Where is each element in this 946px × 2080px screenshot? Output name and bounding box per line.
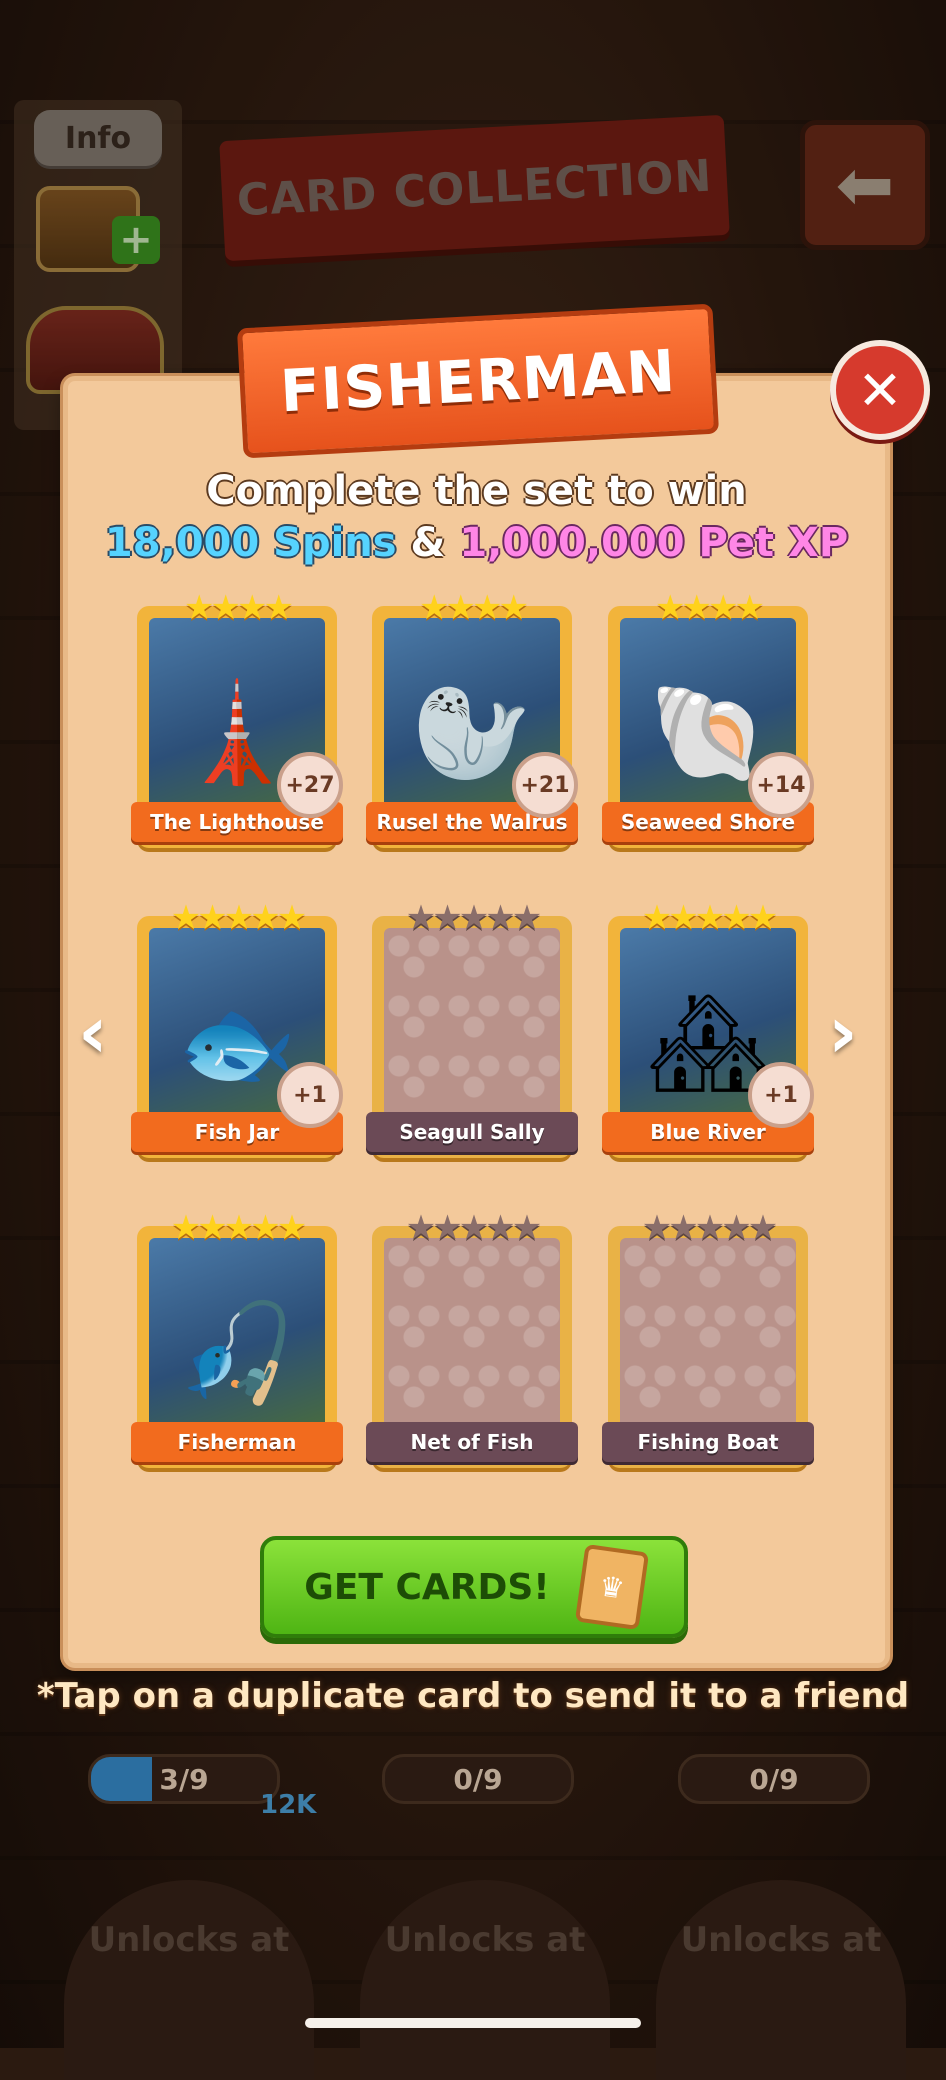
card-placeholder [384,1238,560,1438]
duplicate-count-badge: +27 [277,752,343,818]
card-stars: ★★★★★ [641,898,778,938]
card[interactable]: 🗼 ★★★★ The Lighthouse +27 [131,588,343,866]
get-cards-label: GET CARDS! [304,1566,550,1608]
duplicate-count-badge: +14 [748,752,814,818]
card-name: Fisherman [131,1422,343,1462]
card[interactable]: 🏘 ★★★★★ Blue River +1 [602,898,814,1176]
card-stars: ★★★★ [419,588,529,628]
progress-fill [91,1757,153,1801]
duplicate-count-badge: +1 [748,1062,814,1128]
cards-icon: ♛ [574,1543,649,1631]
duplicate-count-badge: +1 [277,1062,343,1128]
set-title-ribbon: FISHERMAN [236,303,720,459]
card[interactable]: 🐟 ★★★★★ Fish Jar +1 [131,898,343,1176]
set-title: FISHERMAN [278,336,678,426]
card-placeholder [384,928,560,1128]
card-stars: ★★★★ [184,588,294,628]
reward-line: 18,000 Spins & 1,000,000 Pet XP [63,520,890,566]
duplicate-count-badge: +21 [512,752,578,818]
card-stars: ★★★★ [655,588,765,628]
card-name: Seagull Sally [366,1112,578,1152]
close-icon[interactable]: ✕ [830,340,930,440]
card[interactable]: 🎣 ★★★★★ Fisherman [131,1208,343,1486]
unlock-label: Unlocks at [88,1920,290,1960]
card[interactable]: ★★★★★ Fishing Boat [602,1208,814,1486]
spin-badge: 12K [260,1790,317,1820]
reward-ampersand: & [410,520,446,566]
card-stars: ★★★★★ [170,1208,307,1248]
next-set-icon[interactable]: › [828,990,858,1074]
reward-spins: 18,000 Spins [104,520,397,566]
progress-label: 0/9 [749,1762,799,1796]
card[interactable]: ★★★★★ Net of Fish [366,1208,578,1486]
progress-label: 3/9 [159,1762,209,1796]
set-progress-2: 0/9 [382,1754,574,1804]
card-stars: ★★★★★ [641,1208,778,1248]
card-art-icon: 🎣 [177,1297,297,1409]
card[interactable]: 🐚 ★★★★ Seaweed Shore +14 [602,588,814,866]
unlock-label: Unlocks at [384,1920,586,1960]
get-cards-button[interactable]: GET CARDS! ♛ [260,1536,688,1638]
card-name: Net of Fish [366,1422,578,1462]
set-progress-1: 3/9 [88,1754,280,1804]
reward-headline: Complete the set to win [206,468,747,514]
card-stars: ★★★★★ [170,898,307,938]
tap-duplicate-note: *Tap on a duplicate card to send it to a… [36,1676,910,1716]
home-indicator[interactable] [305,2018,641,2028]
card-name: Fishing Boat [602,1422,814,1462]
unlock-label: Unlocks at [680,1920,882,1960]
card-art: 🎣 [149,1238,325,1438]
card[interactable]: 🦭 ★★★★ Rusel the Walrus +21 [366,588,578,866]
card-stars: ★★★★★ [405,1208,542,1248]
card-stars: ★★★★★ [405,898,542,938]
progress-label: 0/9 [453,1762,503,1796]
card[interactable]: ★★★★★ Seagull Sally [366,898,578,1176]
card-placeholder [620,1238,796,1438]
previous-set-icon[interactable]: ‹ [78,990,108,1074]
reward-pet-xp: 1,000,000 Pet XP [459,520,849,566]
set-progress-3: 0/9 [678,1754,870,1804]
